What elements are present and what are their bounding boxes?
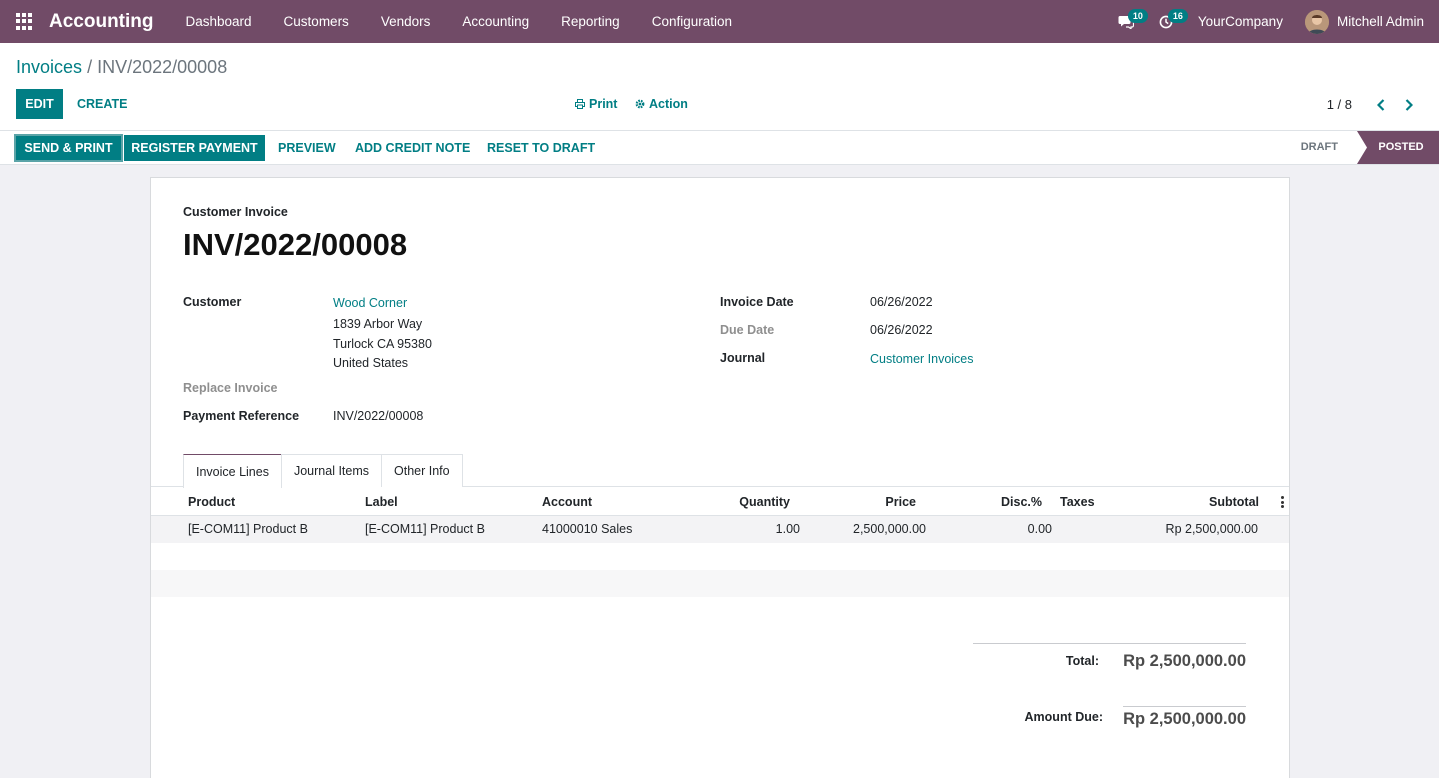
reset-to-draft-button[interactable]: Reset to Draft bbox=[487, 135, 595, 161]
tab-journal-items[interactable]: Journal Items bbox=[280, 454, 382, 487]
column-price[interactable]: Price bbox=[885, 495, 916, 509]
menu-reporting[interactable]: Reporting bbox=[545, 0, 636, 43]
total-value: Rp 2,500,000.00 bbox=[1123, 652, 1246, 670]
row-account: 41000010 Sales bbox=[542, 522, 633, 536]
printer-icon bbox=[575, 99, 585, 109]
main-menu: Dashboard Customers Vendors Accounting R… bbox=[170, 0, 749, 43]
pager-previous-button[interactable] bbox=[1371, 95, 1391, 115]
customer-address-line3: United States bbox=[333, 356, 409, 370]
edit-button[interactable]: Edit bbox=[16, 89, 63, 119]
menu-dashboard[interactable]: Dashboard bbox=[170, 0, 268, 43]
user-menu[interactable]: Mitchell Admin bbox=[1337, 14, 1424, 29]
form-statusbar: Send & Print Register Payment Preview Ad… bbox=[0, 130, 1439, 165]
control-panel: Invoices / INV/2022/00008 Edit Create Pr… bbox=[0, 43, 1439, 130]
preview-button[interactable]: Preview bbox=[278, 135, 336, 161]
create-button[interactable]: Create bbox=[77, 89, 127, 119]
row-subtotal: Rp 2,500,000.00 bbox=[1165, 522, 1258, 536]
company-switcher[interactable]: YourCompany bbox=[1186, 14, 1305, 29]
systray: 10 16 YourCompany Mitchell Admin bbox=[1106, 0, 1439, 43]
tab-invoice-lines[interactable]: Invoice Lines bbox=[183, 454, 282, 488]
tab-other-info[interactable]: Other Info bbox=[381, 454, 463, 487]
action-label: Action bbox=[649, 97, 688, 111]
add-credit-note-button[interactable]: Add Credit Note bbox=[355, 135, 470, 161]
pager-next-button[interactable] bbox=[1399, 95, 1419, 115]
table-row[interactable]: [E-COM11] Product B [E-COM11] Product B … bbox=[151, 516, 1289, 543]
pager-value[interactable]: 1 / 8 bbox=[1327, 97, 1352, 112]
activities-count-badge: 16 bbox=[1167, 9, 1188, 23]
amount-due-label: Amount Due: bbox=[1024, 710, 1103, 724]
customer-address-line2: Turlock CA 95380 bbox=[333, 337, 432, 351]
column-account[interactable]: Account bbox=[542, 495, 592, 509]
total-label: Total: bbox=[1065, 654, 1099, 668]
due-date-label: Due Date bbox=[720, 323, 775, 337]
document-type: Customer Invoice bbox=[183, 205, 288, 219]
payment-reference-label: Payment Reference bbox=[183, 409, 300, 423]
optional-columns-toggle-icon[interactable] bbox=[1281, 496, 1284, 508]
column-taxes[interactable]: Taxes bbox=[1060, 495, 1095, 509]
send-and-print-button[interactable]: Send & Print bbox=[14, 134, 123, 162]
breadcrumb-current: INV/2022/00008 bbox=[97, 57, 228, 77]
customer-link[interactable]: Wood Corner bbox=[333, 296, 407, 310]
app-name[interactable]: Accounting bbox=[49, 11, 154, 33]
row-quantity: 1.00 bbox=[775, 522, 800, 536]
chevron-right-icon bbox=[1405, 99, 1413, 111]
user-photo-icon bbox=[1304, 9, 1329, 34]
action-menu[interactable]: Action bbox=[635, 97, 688, 111]
print-label: Print bbox=[589, 97, 618, 111]
messages-systray[interactable]: 10 bbox=[1106, 0, 1148, 43]
customer-label: Customer bbox=[183, 295, 242, 309]
apps-menu-icon[interactable] bbox=[16, 12, 34, 31]
notebook-tabs: Invoice Lines Journal Items Other Info bbox=[183, 454, 463, 488]
user-avatar[interactable] bbox=[1304, 9, 1329, 34]
empty-row bbox=[151, 570, 1289, 597]
row-discount: 0.00 bbox=[1027, 522, 1052, 536]
journal-label: Journal bbox=[720, 351, 766, 365]
breadcrumb: Invoices / INV/2022/00008 bbox=[16, 57, 227, 78]
invoice-date-label: Invoice Date bbox=[720, 295, 794, 309]
totals-divider bbox=[973, 643, 1246, 644]
breadcrumb-invoices[interactable]: Invoices bbox=[16, 57, 82, 77]
invoice-sheet: Customer Invoice INV/2022/00008 Customer… bbox=[150, 177, 1290, 778]
amount-due-divider bbox=[1123, 706, 1246, 707]
row-label: [E-COM11] Product B bbox=[365, 522, 485, 536]
journal-link[interactable]: Customer Invoices bbox=[870, 352, 974, 366]
gear-icon bbox=[635, 99, 645, 109]
status-draft: Draft bbox=[1300, 141, 1338, 153]
column-label[interactable]: Label bbox=[365, 495, 398, 509]
breadcrumb-separator: / bbox=[87, 57, 93, 77]
messages-count-badge: 10 bbox=[1127, 9, 1148, 23]
column-quantity[interactable]: Quantity bbox=[739, 495, 790, 509]
empty-row bbox=[151, 543, 1289, 570]
replace-invoice-label: Replace Invoice bbox=[183, 381, 278, 395]
menu-vendors[interactable]: Vendors bbox=[365, 0, 447, 43]
row-price: 2,500,000.00 bbox=[853, 522, 926, 536]
column-discount[interactable]: Disc.% bbox=[1001, 495, 1042, 509]
invoice-date-value: 06/26/2022 bbox=[870, 295, 933, 309]
amount-due-value: Rp 2,500,000.00 bbox=[1123, 710, 1246, 728]
column-product[interactable]: Product bbox=[188, 495, 235, 509]
due-date-value: 06/26/2022 bbox=[870, 323, 933, 337]
column-subtotal[interactable]: Subtotal bbox=[1209, 495, 1259, 509]
activities-systray[interactable]: 16 bbox=[1146, 0, 1188, 43]
customer-address-line1: 1839 Arbor Way bbox=[333, 317, 423, 331]
invoice-number: INV/2022/00008 bbox=[183, 227, 408, 262]
print-menu[interactable]: Print bbox=[575, 97, 617, 111]
status-posted: Posted bbox=[1357, 131, 1439, 164]
invoice-lines-header: Product Label Account Quantity Price Dis… bbox=[151, 488, 1289, 516]
top-navbar: Accounting Dashboard Customers Vendors A… bbox=[0, 0, 1439, 43]
payment-reference-value: INV/2022/00008 bbox=[333, 409, 424, 423]
menu-customers[interactable]: Customers bbox=[268, 0, 365, 43]
register-payment-button[interactable]: Register Payment bbox=[124, 135, 265, 161]
row-product: [E-COM11] Product B bbox=[188, 522, 308, 536]
chevron-left-icon bbox=[1377, 99, 1385, 111]
menu-configuration[interactable]: Configuration bbox=[636, 0, 748, 43]
menu-accounting[interactable]: Accounting bbox=[446, 0, 545, 43]
